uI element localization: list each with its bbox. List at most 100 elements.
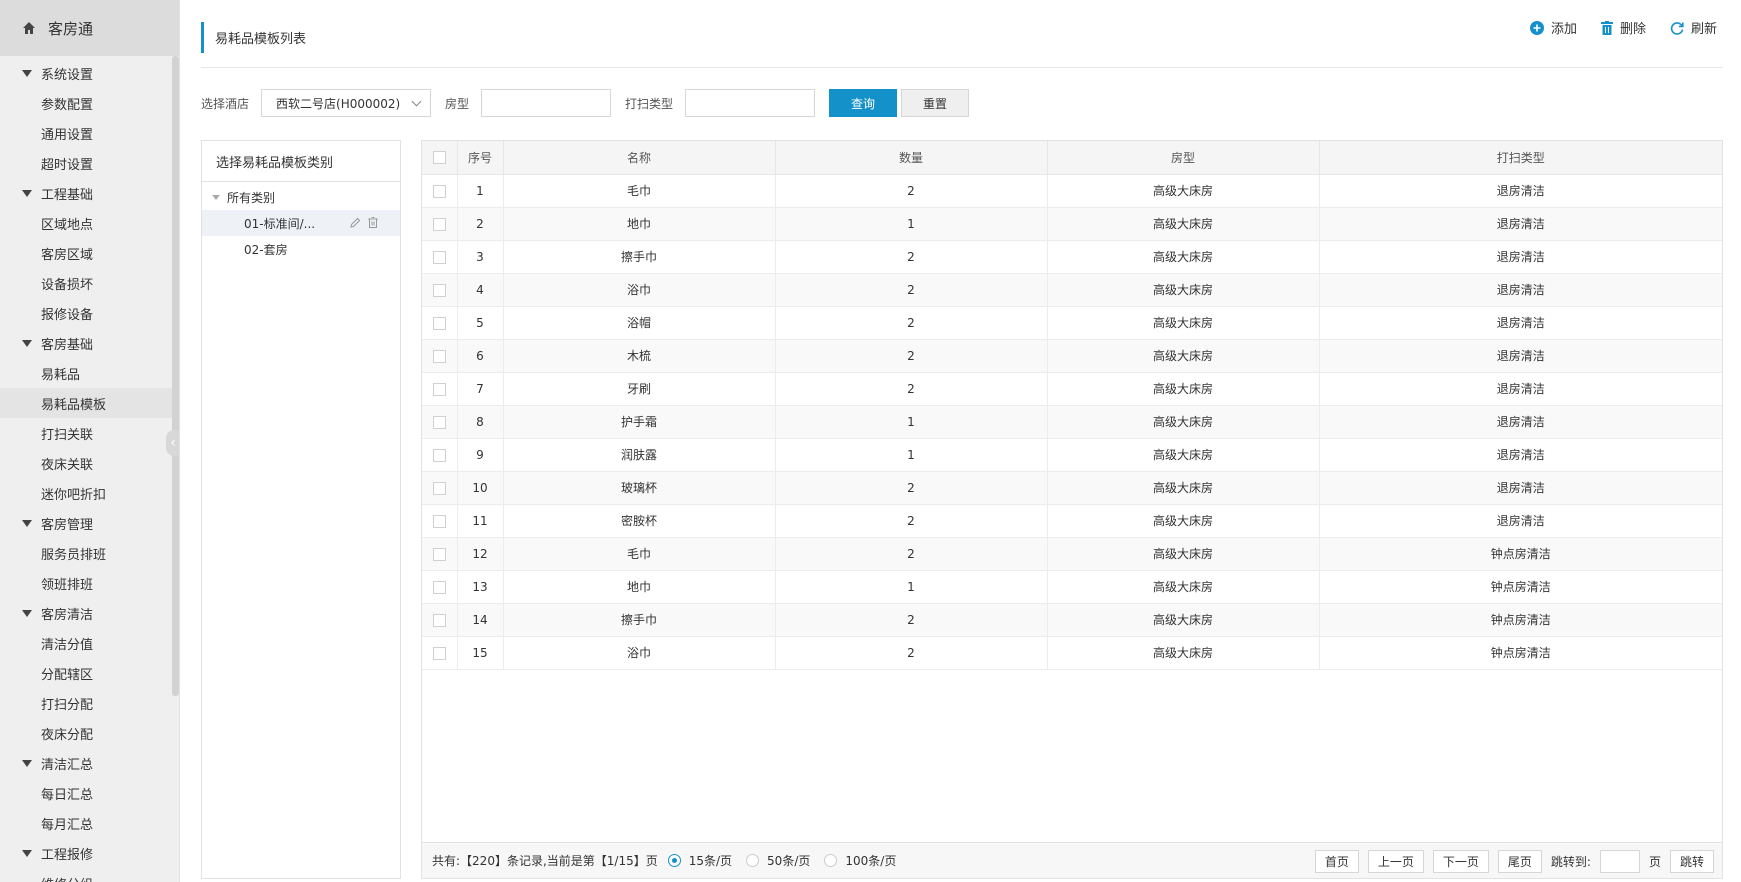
- row-checkbox[interactable]: [432, 514, 446, 528]
- jump-button[interactable]: 跳转: [1669, 850, 1714, 873]
- column-header[interactable]: 房型: [1047, 141, 1320, 175]
- sidebar-item[interactable]: 服务员排班: [0, 538, 179, 568]
- table-cell: 高级大床房: [1047, 603, 1320, 637]
- table-cell: 擦手巾: [503, 603, 776, 637]
- sidebar-group[interactable]: 工程报修: [0, 838, 179, 868]
- table-row[interactable]: 9 润肤露 1 高级大床房 退房清洁: [422, 438, 1722, 472]
- row-checkbox[interactable]: [432, 613, 446, 627]
- page-size-radio[interactable]: [824, 854, 838, 867]
- sidebar-group[interactable]: 客房清洁: [0, 598, 179, 628]
- sidebar-item[interactable]: 夜床分配: [0, 718, 179, 748]
- sidebar-item[interactable]: 通用设置: [0, 118, 179, 148]
- sidebar-group[interactable]: 客房基础: [0, 328, 179, 358]
- app-brand[interactable]: 客房通: [0, 0, 179, 56]
- jump-page-input[interactable]: [1599, 850, 1640, 873]
- query-button[interactable]: 查询: [829, 89, 898, 117]
- sidebar-item[interactable]: 参数配置: [0, 88, 179, 118]
- page-size-option[interactable]: 100条/页: [814, 852, 896, 869]
- row-checkbox[interactable]: [432, 481, 446, 495]
- table-row[interactable]: 4 浴巾 2 高级大床房 退房清洁: [422, 273, 1722, 307]
- trash-icon[interactable]: [368, 217, 378, 228]
- row-checkbox[interactable]: [432, 349, 446, 363]
- row-checkbox[interactable]: [432, 283, 446, 297]
- sidebar-group[interactable]: 清洁汇总: [0, 748, 179, 778]
- table-row[interactable]: 10 玻璃杯 2 高级大床房 退房清洁: [422, 471, 1722, 505]
- tree-root[interactable]: 所有类别: [202, 184, 400, 210]
- table-cell: 退房清洁: [1319, 273, 1722, 307]
- table-row[interactable]: 14 擦手巾 2 高级大床房 钟点房清洁: [422, 603, 1722, 637]
- page-size-radio[interactable]: [746, 854, 760, 867]
- table-row[interactable]: 15 浴巾 2 高级大床房 钟点房清洁: [422, 636, 1722, 670]
- row-checkbox[interactable]: [432, 646, 446, 660]
- tree-node[interactable]: 01-标准间/...: [202, 210, 400, 236]
- sidebar-group[interactable]: 系统设置: [0, 58, 179, 88]
- delete-button[interactable]: 删除: [1600, 18, 1646, 37]
- sidebar-item[interactable]: 打扫分配: [0, 688, 179, 718]
- sidebar-group-label: 客房基础: [41, 337, 94, 353]
- table-row[interactable]: 6 木梳 2 高级大床房 退房清洁: [422, 339, 1722, 373]
- sidebar-item[interactable]: 夜床关联: [0, 448, 179, 478]
- page-size-option[interactable]: 50条/页: [736, 852, 810, 869]
- sidebar-item[interactable]: 迷你吧折扣: [0, 478, 179, 508]
- clean-type-input[interactable]: [685, 89, 816, 117]
- column-header[interactable]: 数量: [775, 141, 1048, 175]
- sidebar-scrollbar[interactable]: [172, 56, 179, 696]
- sidebar-item[interactable]: 领班排班: [0, 568, 179, 598]
- sidebar-item[interactable]: 区域地点: [0, 208, 179, 238]
- column-header[interactable]: 名称: [503, 141, 776, 175]
- row-checkbox[interactable]: [432, 415, 446, 429]
- column-header[interactable]: 序号: [457, 141, 504, 175]
- table-row[interactable]: 5 浴帽 2 高级大床房 退房清洁: [422, 306, 1722, 340]
- table-row[interactable]: 8 护手霜 1 高级大床房 退房清洁: [422, 405, 1722, 439]
- reset-button[interactable]: 重置: [901, 89, 970, 117]
- column-header[interactable]: 打扫类型: [1319, 141, 1722, 175]
- page-size-radio[interactable]: [667, 854, 681, 867]
- tree-node[interactable]: 02-套房: [202, 236, 400, 262]
- select-all-checkbox[interactable]: [432, 151, 446, 165]
- sidebar-item[interactable]: 维修分组: [0, 868, 179, 882]
- hotel-select[interactable]: 西软二号店(H000002): [261, 89, 432, 117]
- sidebar-group[interactable]: 工程基础: [0, 178, 179, 208]
- page-size-option[interactable]: 15条/页: [658, 852, 732, 869]
- table-row[interactable]: 13 地巾 1 高级大床房 钟点房清洁: [422, 570, 1722, 604]
- page-size-label: 50条/页: [767, 854, 811, 868]
- table-row[interactable]: 2 地巾 1 高级大床房 退房清洁: [422, 207, 1722, 241]
- sidebar-item[interactable]: 分配辖区: [0, 658, 179, 688]
- add-button[interactable]: 添加: [1529, 18, 1577, 37]
- sidebar-item[interactable]: 客房区域: [0, 238, 179, 268]
- next-page-button[interactable]: 下一页: [1432, 850, 1489, 873]
- sidebar-item[interactable]: 清洁分值: [0, 628, 179, 658]
- first-page-button[interactable]: 首页: [1314, 850, 1359, 873]
- table-row[interactable]: 12 毛巾 2 高级大床房 钟点房清洁: [422, 537, 1722, 571]
- sidebar-item[interactable]: 易耗品模板: [0, 388, 179, 418]
- sidebar-item[interactable]: 超时设置: [0, 148, 179, 178]
- sidebar-item[interactable]: 设备损坏: [0, 268, 179, 298]
- sidebar-item[interactable]: 易耗品: [0, 358, 179, 388]
- row-checkbox[interactable]: [432, 547, 446, 561]
- sidebar-item[interactable]: 每日汇总: [0, 778, 179, 808]
- row-checkbox[interactable]: [432, 316, 446, 330]
- sidebar-item[interactable]: 每月汇总: [0, 808, 179, 838]
- edit-icon[interactable]: [350, 217, 361, 228]
- room-type-input[interactable]: [481, 89, 612, 117]
- sidebar-item[interactable]: 打扫关联: [0, 418, 179, 448]
- sidebar-item[interactable]: 报修设备: [0, 298, 179, 328]
- table-cell: 2: [775, 174, 1048, 208]
- last-page-button[interactable]: 尾页: [1497, 850, 1542, 873]
- row-checkbox[interactable]: [432, 184, 446, 198]
- row-checkbox[interactable]: [432, 217, 446, 231]
- refresh-button[interactable]: 刷新: [1670, 18, 1717, 37]
- row-checkbox[interactable]: [432, 250, 446, 264]
- table-row[interactable]: 11 密胺杯 2 高级大床房 退房清洁: [422, 504, 1722, 538]
- row-checkbox[interactable]: [432, 580, 446, 594]
- table-row[interactable]: 7 牙刷 2 高级大床房 退房清洁: [422, 372, 1722, 406]
- table-row[interactable]: 1 毛巾 2 高级大床房 退房清洁: [422, 174, 1722, 208]
- row-checkbox[interactable]: [432, 382, 446, 396]
- prev-page-button[interactable]: 上一页: [1367, 850, 1424, 873]
- table-row[interactable]: 3 擦手巾 2 高级大床房 退房清洁: [422, 240, 1722, 274]
- sidebar-collapse-button[interactable]: ‹: [166, 430, 179, 456]
- table-cell: 高级大床房: [1047, 174, 1320, 208]
- row-checkbox[interactable]: [432, 448, 446, 462]
- sidebar-group[interactable]: 客房管理: [0, 508, 179, 538]
- table-cell: 高级大床房: [1047, 339, 1320, 373]
